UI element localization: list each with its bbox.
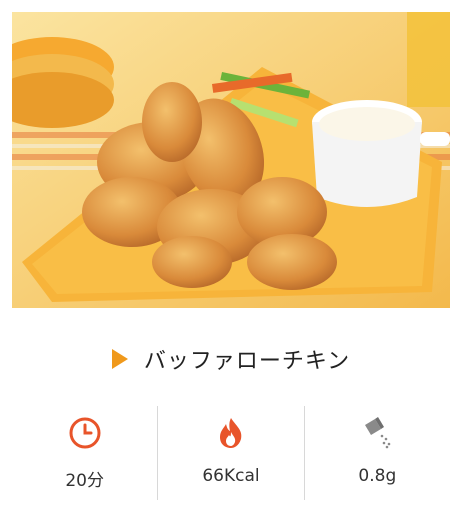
- buffalo-chicken-photo: [12, 12, 450, 308]
- salt-shaker-icon: [360, 416, 394, 450]
- calories-value: 66Kcal: [202, 466, 260, 486]
- flame-icon: [214, 416, 248, 450]
- play-triangle-icon: [111, 349, 128, 369]
- recipe-title: バッファローチキン: [143, 349, 351, 374]
- salt-value: 0.8g: [358, 466, 397, 486]
- cooking-time-value: 20分: [65, 471, 104, 491]
- stat-salt: 0.8g: [305, 406, 450, 500]
- recipe-stats: 20分 66Kcal 0.8g: [12, 406, 450, 500]
- stat-calories: 66Kcal: [158, 406, 303, 500]
- recipe-photo: [12, 12, 450, 308]
- stat-cooking-time: 20分: [12, 406, 157, 500]
- recipe-title-row: バッファローチキン: [0, 336, 462, 382]
- clock-icon: [68, 416, 102, 450]
